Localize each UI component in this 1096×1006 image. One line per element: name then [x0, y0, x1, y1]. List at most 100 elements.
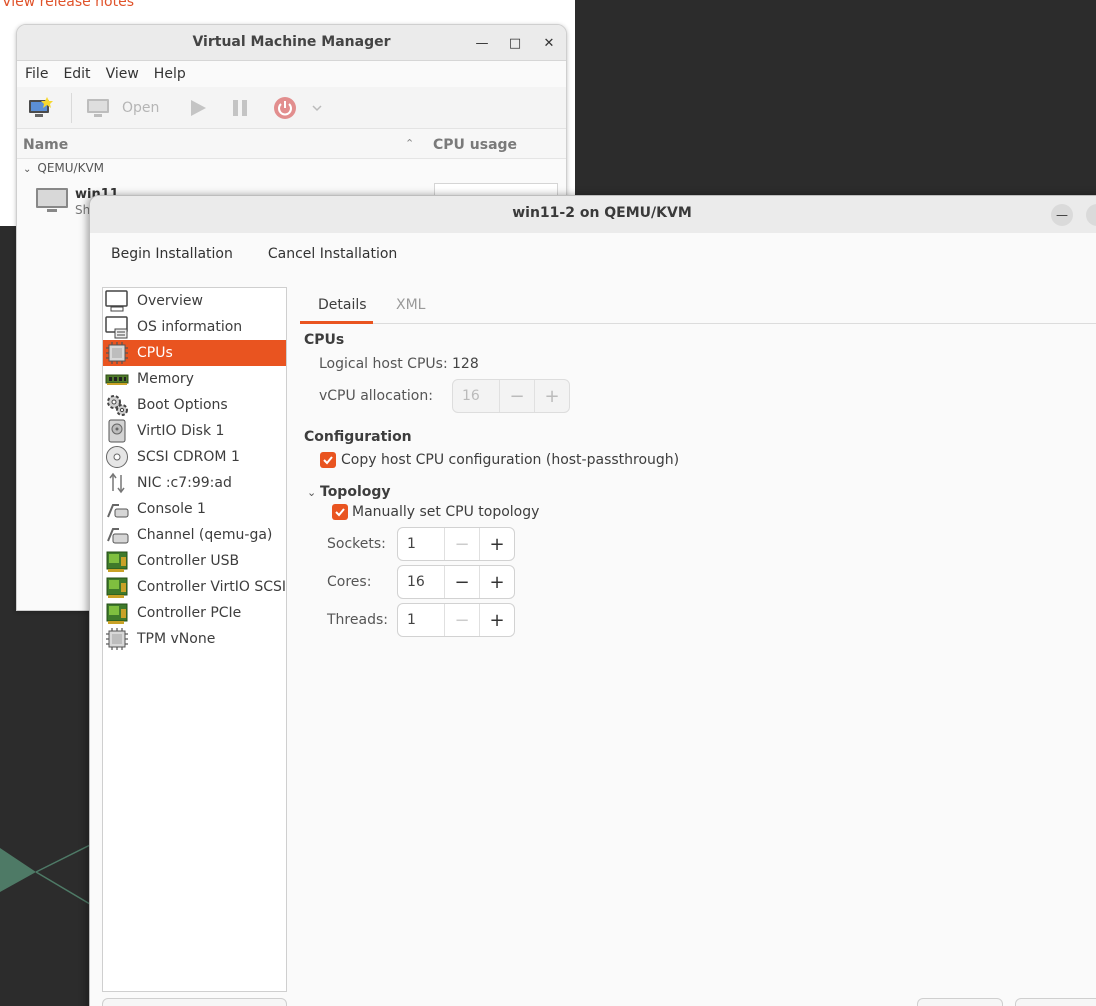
column-name[interactable]: Name	[23, 137, 68, 153]
controller-icon	[105, 575, 129, 599]
begin-installation-button[interactable]: Begin Installation	[111, 246, 233, 262]
section-title-cpus: CPUs	[304, 332, 345, 348]
hardware-list: Overview OS information CPUs Memory Boot…	[102, 287, 287, 992]
vcpu-allocation-input[interactable]: 16	[453, 380, 499, 412]
pause-icon	[233, 99, 248, 116]
disk-icon	[105, 419, 129, 443]
increment-button[interactable]: +	[479, 528, 514, 560]
memory-icon	[105, 367, 129, 391]
shutdown-button[interactable]	[273, 96, 297, 120]
hw-item-label: NIC :c7:99:ad	[137, 475, 232, 491]
minimize-icon[interactable]: —	[470, 31, 494, 55]
hw-item-boot-options[interactable]: Boot Options	[103, 392, 286, 418]
menu-view[interactable]: View	[106, 66, 139, 82]
apply-button[interactable]	[1015, 998, 1096, 1006]
hw-item-label: SCSI CDROM 1	[137, 449, 240, 465]
vcpu-allocation-label: vCPU allocation:	[319, 388, 433, 404]
cores-label: Cores:	[327, 574, 372, 590]
cores-spinner[interactable]: 16 − +	[397, 565, 515, 599]
section-title-topology[interactable]: Topology	[320, 484, 391, 500]
section-title-configuration: Configuration	[304, 429, 412, 445]
manual-topology-label[interactable]: Manually set CPU topology	[352, 504, 539, 520]
new-vm-button[interactable]	[27, 96, 53, 120]
hw-item-label: Memory	[137, 371, 194, 387]
connection-group[interactable]: ⌄ QEMU/KVM	[23, 161, 104, 175]
toolbar-separator	[71, 92, 72, 123]
decrement-button[interactable]: −	[444, 528, 479, 560]
hw-item-cpus[interactable]: CPUs	[103, 340, 286, 366]
controller-icon	[105, 549, 129, 573]
close-icon[interactable]: ✕	[537, 31, 561, 55]
hw-item-overview[interactable]: Overview	[103, 288, 286, 314]
hw-item-tpm[interactable]: TPM vNone	[103, 626, 286, 652]
logical-host-cpus-value: 128	[452, 356, 479, 372]
manual-topology-checkbox[interactable]	[332, 504, 348, 520]
hw-item-nic[interactable]: NIC :c7:99:ad	[103, 470, 286, 496]
run-button[interactable]	[189, 99, 207, 117]
vm-list-item[interactable]: win11 Sh	[35, 185, 119, 219]
chevron-down-icon	[312, 104, 322, 111]
hw-item-virtio-disk[interactable]: VirtIO Disk 1	[103, 418, 286, 444]
pause-button[interactable]	[231, 99, 249, 117]
threads-spinner[interactable]: 1 − +	[397, 603, 515, 637]
vm-list-header: Name ⌃ CPU usage	[17, 129, 566, 159]
remove-button[interactable]	[917, 998, 1003, 1006]
hw-item-label: Channel (qemu-ga)	[137, 527, 273, 543]
hw-item-console[interactable]: Console 1	[103, 496, 286, 522]
vm-state: Sh	[75, 203, 91, 217]
threads-input[interactable]: 1	[398, 604, 444, 636]
hw-item-label: Controller USB	[137, 553, 240, 569]
hw-item-label: CPUs	[137, 345, 173, 361]
shutdown-menu-button[interactable]	[311, 102, 323, 114]
tab-xml[interactable]: XML	[396, 297, 425, 313]
gears-icon	[105, 393, 129, 417]
hw-item-controller-pcie[interactable]: Controller PCIe	[103, 600, 286, 626]
details-tabs: Details XML	[300, 287, 1096, 324]
power-icon	[274, 96, 297, 119]
menu-file[interactable]: File	[25, 66, 48, 82]
hw-item-channel[interactable]: Channel (qemu-ga)	[103, 522, 286, 548]
increment-button[interactable]: +	[479, 604, 514, 636]
hw-item-controller-virtio-scsi[interactable]: Controller VirtIO SCSI	[103, 574, 286, 600]
hw-item-os-information[interactable]: OS information	[103, 314, 286, 340]
decrement-button[interactable]: −	[444, 604, 479, 636]
add-hardware-button[interactable]	[102, 998, 287, 1006]
vcpu-allocation-spinner[interactable]: 16 − +	[452, 379, 570, 413]
hw-item-label: Overview	[137, 293, 203, 309]
play-icon	[191, 99, 207, 116]
hw-item-memory[interactable]: Memory	[103, 366, 286, 392]
menu-help[interactable]: Help	[154, 66, 186, 82]
sockets-spinner[interactable]: 1 − +	[397, 527, 515, 561]
copy-host-cpu-label[interactable]: Copy host CPU configuration (host-passth…	[341, 452, 679, 468]
open-button[interactable]: Open	[86, 97, 159, 119]
network-icon	[105, 471, 129, 495]
chevron-down-icon[interactable]: ⌄	[307, 486, 316, 499]
copy-host-cpu-checkbox[interactable]	[320, 452, 336, 468]
logical-host-cpus-label: Logical host CPUs:	[319, 356, 448, 372]
details-titlebar: win11-2 on QEMU/KVM —	[90, 196, 1096, 233]
increment-button[interactable]: +	[479, 566, 514, 598]
decrement-button[interactable]: −	[444, 566, 479, 598]
decrement-button[interactable]: −	[499, 380, 534, 412]
minimize-icon[interactable]: —	[1051, 204, 1073, 226]
release-notes-link[interactable]: View release notes	[2, 0, 134, 10]
desktop-wallpaper-shape	[0, 839, 100, 911]
serial-icon	[105, 497, 129, 521]
maximize-icon[interactable]: □	[503, 31, 527, 55]
column-cpu-usage[interactable]: CPU usage	[433, 137, 517, 153]
hw-item-label: TPM vNone	[137, 631, 216, 647]
details-menubar: Begin Installation Cancel Installation	[90, 233, 1096, 275]
tab-details[interactable]: Details	[318, 297, 367, 313]
hw-item-label: Controller VirtIO SCSI	[137, 579, 286, 595]
hw-item-controller-usb[interactable]: Controller USB	[103, 548, 286, 574]
menu-edit[interactable]: Edit	[63, 66, 90, 82]
cancel-installation-button[interactable]: Cancel Installation	[268, 246, 397, 262]
monitor-icon	[105, 289, 129, 313]
cores-input[interactable]: 16	[398, 566, 444, 598]
increment-button[interactable]: +	[534, 380, 569, 412]
sockets-input[interactable]: 1	[398, 528, 444, 560]
maximize-icon[interactable]	[1086, 204, 1096, 226]
checkmark-icon	[335, 508, 345, 517]
hw-item-scsi-cdrom[interactable]: SCSI CDROM 1	[103, 444, 286, 470]
monitor-info-icon	[105, 315, 129, 339]
